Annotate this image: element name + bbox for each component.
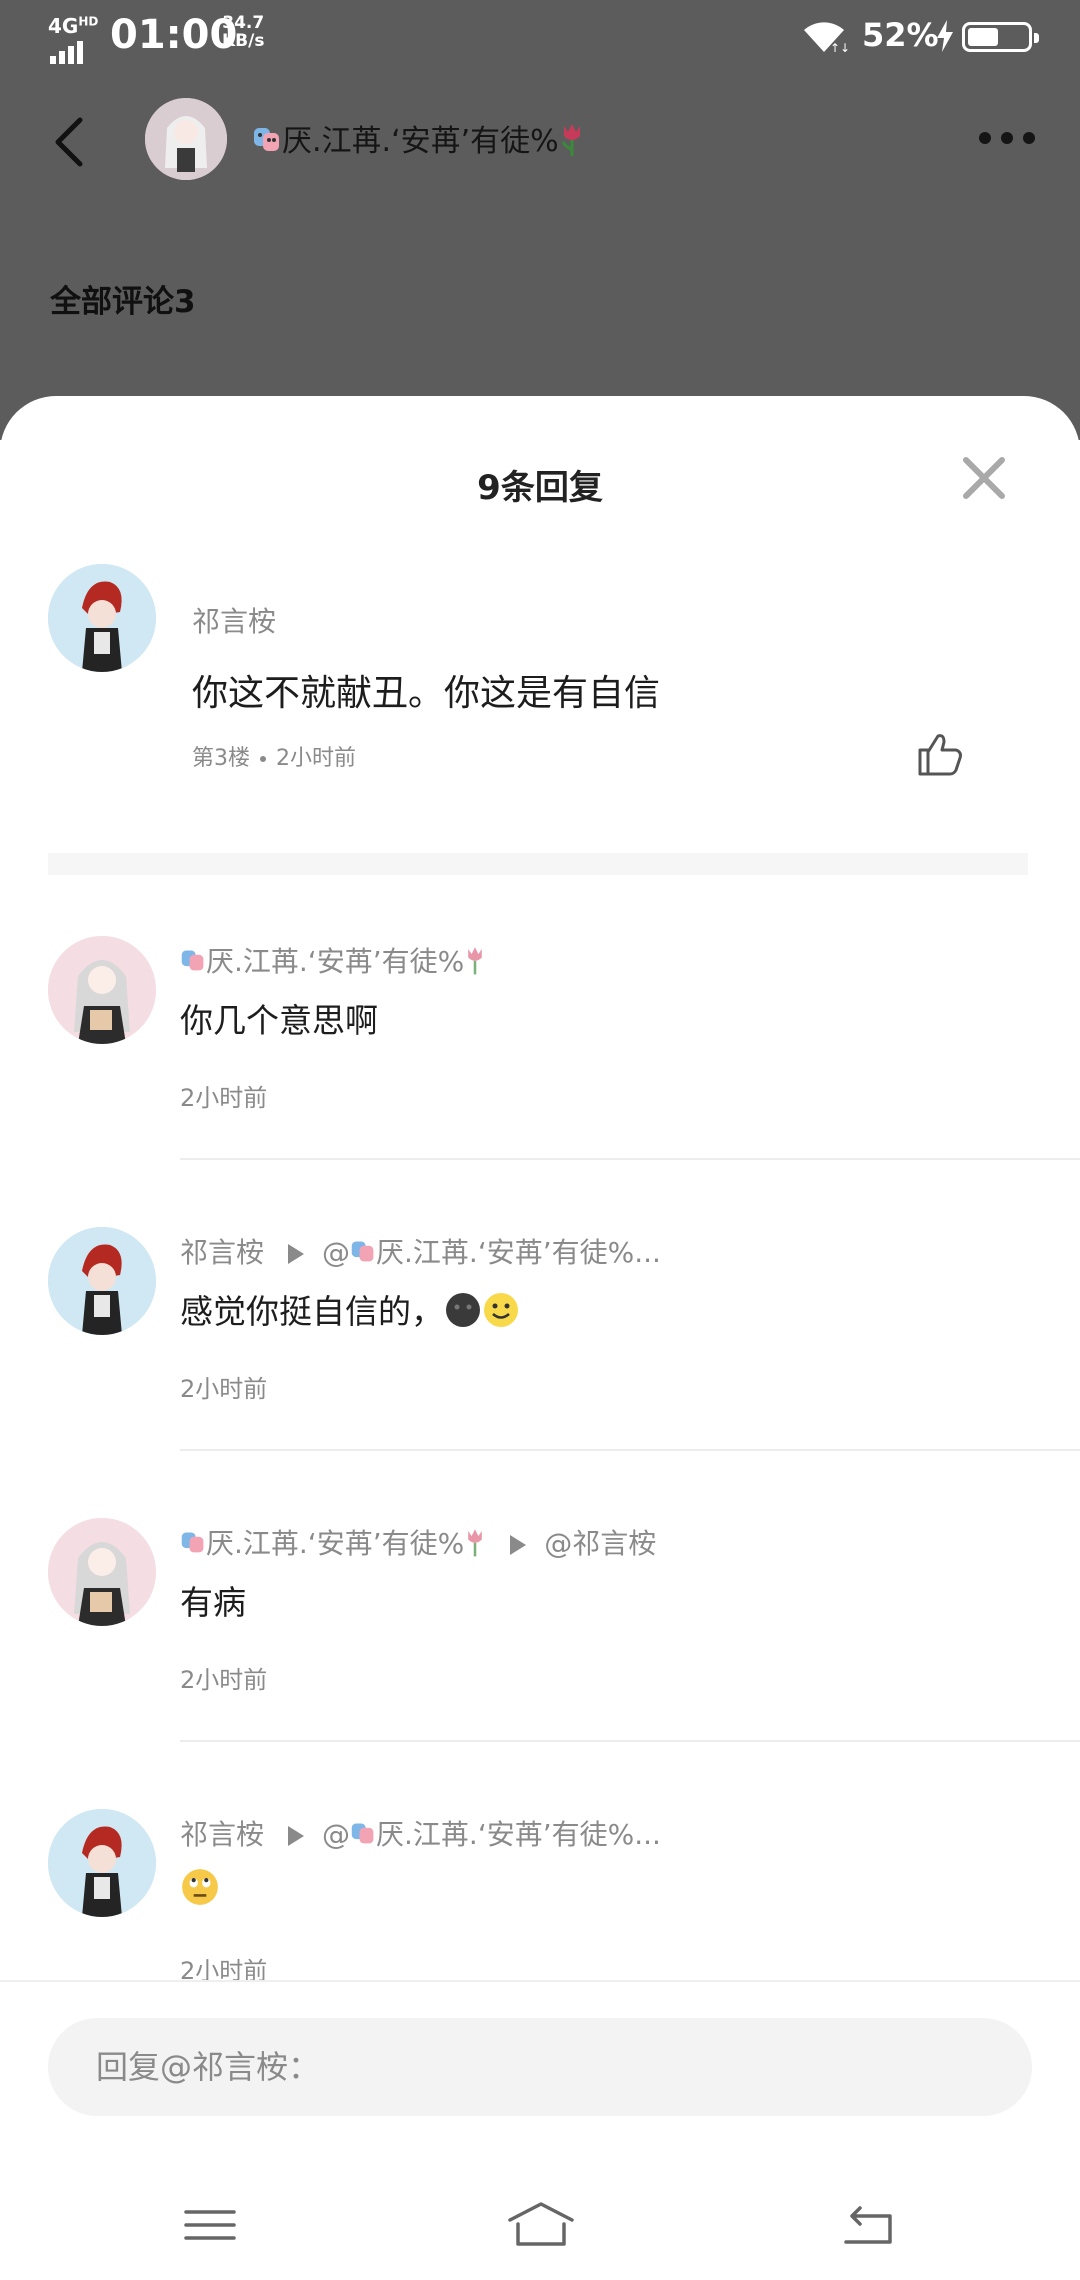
charging-bolt-icon <box>937 20 953 52</box>
menu-icon[interactable] <box>180 2200 240 2250</box>
battery-fill <box>968 28 999 46</box>
avatar[interactable] <box>48 936 156 1044</box>
avatar[interactable] <box>48 1518 156 1626</box>
avatar[interactable] <box>145 98 227 180</box>
more-icon[interactable] <box>975 130 1039 146</box>
reply-input[interactable] <box>48 2018 1032 2116</box>
eye-roll-emoji <box>180 1867 220 1915</box>
back-icon[interactable] <box>50 116 90 168</box>
floor-number: 第3楼 <box>192 746 250 771</box>
dark-face-emoji <box>444 1291 482 1337</box>
battery-percent: 52% <box>862 16 939 54</box>
background-page-overlay[interactable]: 4GHD 01:00 34.7 KB/s ↑↓ 52% 厌.江苒.‘安苒’有徒%… <box>0 0 1080 440</box>
status-bar: 4GHD 01:00 34.7 KB/s ↑↓ 52% <box>0 0 1080 72</box>
masks-emoji <box>180 947 206 980</box>
reply-item: 厌.江苒.‘安苒’有徒% @祁言桉 有病 2小时前 <box>0 1518 1080 1809</box>
tulip-emoji <box>464 945 486 982</box>
clock: 01:00 <box>110 12 238 58</box>
reply-arrow-icon <box>288 1244 305 1264</box>
screen: 4GHD 01:00 34.7 KB/s ↑↓ 52% 厌.江苒.‘安苒’有徒%… <box>0 0 1080 2280</box>
reply-text <box>180 1867 220 1915</box>
reply-item: 祁言桉 @ 厌.江苒.‘安苒’有徒%... 感觉你挺自信的， 2小时前 <box>0 1227 1080 1518</box>
reply-arrow-icon <box>510 1535 527 1555</box>
all-comments-heading: 全部评论3 <box>50 284 196 320</box>
comment-meta: 第3楼 2小时前 <box>192 740 356 772</box>
reply-username[interactable]: 厌.江苒.‘安苒’有徒% <box>206 945 464 978</box>
comment-username[interactable]: 祁言桉 <box>192 600 276 640</box>
masks-emoji <box>180 1529 206 1562</box>
avatar[interactable] <box>48 1809 156 1917</box>
reply-header: 祁言桉 @ 厌.江苒.‘安苒’有徒%... <box>180 1231 661 1271</box>
return-icon[interactable] <box>838 2200 898 2250</box>
masks-emoji <box>350 1820 376 1853</box>
top-bar: 厌.江苒.‘安苒’有徒% <box>0 90 1080 186</box>
divider <box>180 1740 1080 1742</box>
reply-text: 有病 <box>180 1583 246 1622</box>
wifi-icon: ↑↓ <box>804 22 848 54</box>
author-name[interactable]: 厌.江苒.‘安苒’有徒% <box>252 116 585 164</box>
main-comment: 祁言桉 你这不就献丑。你这是有自信 第3楼 2小时前 <box>0 564 1080 804</box>
mention-at: @ <box>322 1818 351 1851</box>
divider <box>180 1158 1080 1160</box>
reply-target[interactable]: 厌.江苒.‘安苒’有徒%... <box>376 1236 661 1269</box>
reply-target[interactable]: 厌.江苒.‘安苒’有徒%... <box>376 1818 661 1851</box>
reply-header: 祁言桉 @ 厌.江苒.‘安苒’有徒%... <box>180 1813 661 1853</box>
meta-dot <box>260 756 266 762</box>
avatar[interactable] <box>48 564 156 672</box>
smile-emoji <box>482 1291 520 1337</box>
reply-item: 厌.江苒.‘安苒’有徒% 你几个意思啊 2小时前 <box>0 936 1080 1227</box>
reply-target[interactable]: @祁言桉 <box>544 1527 656 1560</box>
reply-header: 厌.江苒.‘安苒’有徒% <box>180 940 486 982</box>
reply-text: 感觉你挺自信的， <box>180 1285 520 1337</box>
reply-username[interactable]: 厌.江苒.‘安苒’有徒% <box>206 1527 464 1560</box>
like-icon[interactable] <box>916 730 964 778</box>
reply-username[interactable]: 祁言桉 <box>180 1818 264 1851</box>
comment-time: 2小时前 <box>276 746 356 771</box>
divider <box>180 1449 1080 1451</box>
reply-arrow-icon <box>288 1826 305 1846</box>
masks-emoji <box>252 124 282 162</box>
reply-header: 厌.江苒.‘安苒’有徒% @祁言桉 <box>180 1522 656 1564</box>
reply-time: 2小时前 <box>180 1084 268 1112</box>
svg-text:↑↓: ↑↓ <box>830 41 848 54</box>
masks-emoji <box>350 1238 376 1271</box>
tulip-emoji <box>559 122 585 164</box>
network-label: 4GHD <box>48 14 99 38</box>
section-divider <box>48 853 1028 875</box>
avatar[interactable] <box>48 1227 156 1335</box>
close-icon[interactable] <box>960 454 1008 502</box>
comment-text: 你这不就献丑。你这是有自信 <box>192 673 661 714</box>
reply-username[interactable]: 祁言桉 <box>180 1236 264 1269</box>
reply-text: 你几个意思啊 <box>180 1001 378 1040</box>
sheet-title: 9条回复 <box>477 468 603 508</box>
reply-time: 2小时前 <box>180 1375 268 1403</box>
tulip-emoji <box>464 1527 486 1564</box>
system-nav-bar <box>0 2170 1080 2280</box>
network-indicator: 4GHD <box>46 14 99 64</box>
home-icon[interactable] <box>506 2200 576 2250</box>
battery-icon <box>962 22 1039 52</box>
network-speed: 34.7 KB/s <box>222 13 265 51</box>
reply-time: 2小时前 <box>180 1666 268 1694</box>
mention-at: @ <box>322 1236 351 1269</box>
